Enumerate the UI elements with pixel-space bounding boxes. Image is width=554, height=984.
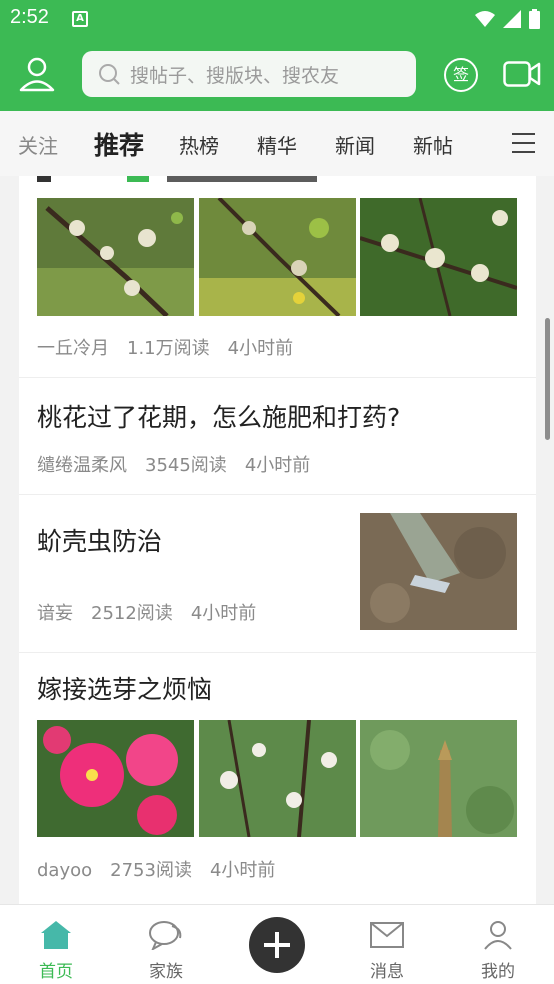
post-image[interactable] <box>199 198 356 316</box>
status-time: 2:52 <box>10 6 49 28</box>
post-meta: 缱绻温柔风 3545阅读 4小时前 <box>37 451 328 477</box>
post-title[interactable]: 桃花过了花期，怎么施肥和打药? <box>37 398 400 434</box>
chat-icon <box>149 921 182 950</box>
nav-family-label: 家族 <box>149 962 183 982</box>
search-icon <box>99 64 120 85</box>
post-time: 4小时前 <box>190 603 257 624</box>
post-time: 4小时前 <box>244 455 311 476</box>
tab-news[interactable]: 新闻 <box>335 130 375 159</box>
tab-hot[interactable]: 热榜 <box>179 130 219 159</box>
plus-icon <box>264 932 290 958</box>
post-author[interactable]: 谙妄 <box>37 603 73 624</box>
post-feed: 一丘冷月 1.1万阅读 4小时前 桃花过了花期，怎么施肥和打药? 缱绻温柔风 3545… <box>19 176 536 904</box>
user-icon[interactable] <box>18 55 56 93</box>
tab-follow[interactable]: 关注 <box>18 130 58 159</box>
tab-featured[interactable]: 精华 <box>257 130 297 159</box>
post-reads: 2512阅读 <box>91 603 173 624</box>
divider <box>19 494 536 495</box>
profile-icon <box>484 921 512 950</box>
mail-icon <box>370 922 404 948</box>
divider <box>19 377 536 378</box>
nav-home-label: 首页 <box>39 962 73 982</box>
post-time: 4小时前 <box>227 338 294 359</box>
app-bar: 搜帖子、搜版块、搜农友 签 <box>0 38 554 111</box>
menu-icon[interactable] <box>512 133 535 160</box>
post-meta: dayoo 2753阅读 4小时前 <box>37 856 293 882</box>
bottom-nav: 首页 家族 消息 我的 <box>0 904 554 984</box>
post-reads: 3545阅读 <box>145 455 227 476</box>
create-post-button[interactable] <box>249 917 305 973</box>
tab-recommend[interactable]: 推荐 <box>94 126 144 162</box>
post-author[interactable]: 缱绻温柔风 <box>37 455 127 476</box>
signal-icon <box>503 10 521 28</box>
post-title[interactable]: 嫁接选芽之烦恼 <box>37 670 212 706</box>
post-image[interactable] <box>360 513 517 630</box>
sim-icon: A <box>72 11 88 27</box>
post-time: 4小时前 <box>209 860 276 881</box>
nav-messages-label: 消息 <box>370 962 404 982</box>
post-reads: 2753阅读 <box>110 860 192 881</box>
nav-mine-label: 我的 <box>481 962 515 982</box>
nav-messages[interactable]: 消息 <box>347 919 427 982</box>
wifi-icon <box>475 11 495 27</box>
search-input[interactable]: 搜帖子、搜版块、搜农友 <box>82 51 416 97</box>
status-bar: 2:52 A <box>0 0 554 38</box>
post-author[interactable]: dayoo <box>37 860 92 881</box>
post-title[interactable]: 蚧壳虫防治 <box>37 522 162 558</box>
post-reads: 1.1万阅读 <box>127 338 210 359</box>
video-camera-icon[interactable] <box>503 61 541 87</box>
sign-in-button[interactable]: 签 <box>444 58 478 92</box>
nav-home[interactable]: 首页 <box>16 919 96 982</box>
search-placeholder: 搜帖子、搜版块、搜农友 <box>130 64 340 87</box>
nav-mine[interactable]: 我的 <box>458 919 538 982</box>
post-image[interactable] <box>37 720 194 837</box>
post-image[interactable] <box>199 720 356 837</box>
post-meta: 一丘冷月 1.1万阅读 4小时前 <box>37 334 311 360</box>
home-icon <box>41 921 71 949</box>
category-tabs: 关注 推荐 热榜 精华 新闻 新帖 <box>0 111 554 176</box>
nav-family[interactable]: 家族 <box>126 919 206 982</box>
post-title-clipped <box>37 176 327 188</box>
post-meta: 谙妄 2512阅读 4小时前 <box>37 599 274 625</box>
battery-icon <box>529 9 540 29</box>
post-author[interactable]: 一丘冷月 <box>37 338 109 359</box>
post-image[interactable] <box>360 198 517 316</box>
divider <box>19 652 536 653</box>
post-image[interactable] <box>37 198 194 316</box>
scrollbar[interactable] <box>545 318 550 440</box>
tab-new-posts[interactable]: 新帖 <box>413 130 453 159</box>
post-image[interactable] <box>360 720 517 837</box>
